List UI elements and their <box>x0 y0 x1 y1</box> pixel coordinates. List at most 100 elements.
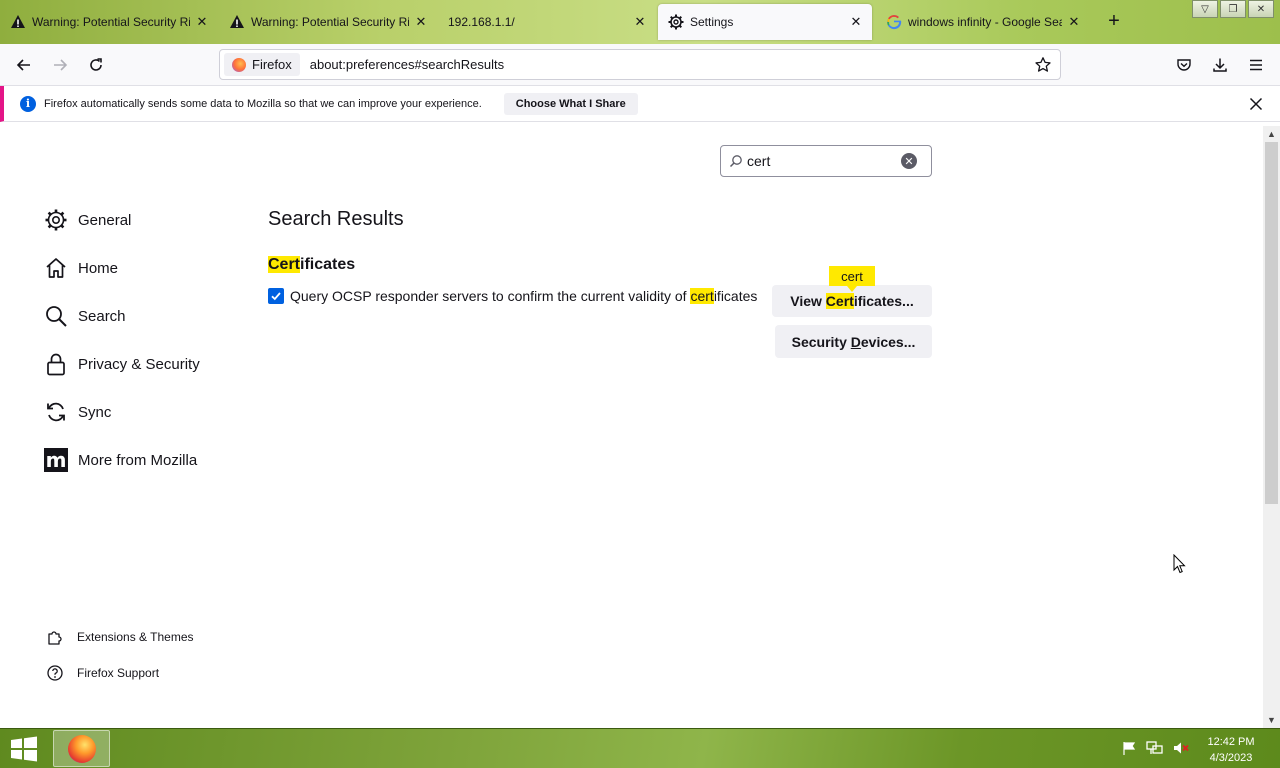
ocsp-checkbox-row[interactable]: Query OCSP responder servers to confirm … <box>268 288 757 304</box>
sidebar-item-label: General <box>78 211 132 229</box>
tab-settings[interactable]: Settings ✕ <box>658 4 872 40</box>
tab-title: Warning: Potential Security Risk Ahead <box>32 15 190 29</box>
windows-logo-icon <box>11 736 37 762</box>
tab-strip: Warning: Potential Security Risk Ahead ✕… <box>0 0 1280 44</box>
sidebar-item-sync[interactable]: Sync <box>44 396 200 428</box>
help-icon <box>46 664 64 682</box>
heading-rest: ificates <box>300 256 356 273</box>
forward-button[interactable] <box>48 53 72 77</box>
sidebar-item-privacy-security[interactable]: Privacy & Security <box>44 348 200 380</box>
button-text: ificates... <box>853 293 914 309</box>
firefox-icon <box>232 57 246 72</box>
tab-title: windows infinity - Google Search <box>908 15 1062 29</box>
close-icon[interactable]: ✕ <box>194 14 210 30</box>
sidebar-item-label: More from Mozilla <box>78 451 198 469</box>
pocket-icon <box>1177 59 1191 71</box>
reload-icon <box>90 58 102 71</box>
downloads-button[interactable] <box>1208 53 1232 77</box>
close-icon[interactable]: ✕ <box>848 14 864 30</box>
app-menu-button[interactable] <box>1244 53 1268 77</box>
gear-icon <box>44 208 68 232</box>
close-icon[interactable]: ✕ <box>413 14 429 30</box>
choose-what-i-share-button[interactable]: Choose What I Share <box>503 92 638 115</box>
firefox-icon <box>67 734 96 763</box>
sidebar-item-label: Sync <box>78 403 112 421</box>
bookmark-star-icon[interactable] <box>1034 56 1052 74</box>
tab-google-search[interactable]: windows infinity - Google Search ✕ <box>876 4 1090 40</box>
tab-warning-2[interactable]: Warning: Potential Security Risk Ahead ✕ <box>219 4 437 40</box>
label-text: Query OCSP responder servers to confirm … <box>290 288 691 304</box>
sidebar-item-more-from-mozilla[interactable]: m More from Mozilla <box>44 444 200 476</box>
sidebar-item-general[interactable]: General <box>44 204 200 236</box>
label-text: ificates <box>713 288 758 304</box>
close-icon[interactable] <box>1248 96 1264 112</box>
warning-icon <box>10 14 26 30</box>
lock-icon <box>44 352 68 376</box>
sidebar-item-search[interactable]: Search <box>44 300 200 332</box>
clear-search-icon[interactable]: ✕ <box>901 153 917 169</box>
home-icon <box>44 256 68 280</box>
url-text[interactable]: about:preferences#searchResults <box>310 57 1034 72</box>
firefox-support-link[interactable]: Firefox Support <box>46 662 194 684</box>
network-icon[interactable] <box>1146 739 1164 757</box>
windows-taskbar: 12:42 PM 4/3/2023 <box>0 728 1280 768</box>
search-highlight: cert <box>690 288 714 304</box>
sidebar-footer: Extensions & Themes Firefox Support <box>46 626 194 698</box>
tab-warning-1[interactable]: Warning: Potential Security Risk Ahead ✕ <box>0 4 218 40</box>
settings-search-box[interactable]: ✕ <box>720 145 932 177</box>
close-window-button[interactable]: ✕ <box>1248 0 1274 18</box>
page-title: Search Results <box>268 208 404 230</box>
button-text: evices... <box>860 333 916 350</box>
settings-search-input[interactable] <box>747 153 897 169</box>
back-button[interactable] <box>12 53 36 77</box>
forward-arrow-icon <box>54 59 68 71</box>
clock-time: 12:42 PM <box>1207 736 1255 748</box>
sidebar-item-label: Search <box>78 307 126 325</box>
ocsp-checkbox[interactable] <box>268 288 284 304</box>
mozilla-icon: m <box>44 448 68 472</box>
scroll-down-arrow-icon[interactable]: ▼ <box>1263 712 1280 728</box>
search-highlight: Cert <box>268 256 301 273</box>
hamburger-menu-icon <box>1250 59 1262 71</box>
button-text: Security <box>791 333 851 350</box>
sync-icon <box>44 400 68 424</box>
url-bar[interactable]: Firefox about:preferences#searchResults <box>219 49 1061 80</box>
clock-date: 4/3/2023 <box>1209 752 1253 764</box>
system-clock[interactable]: 12:42 PM 4/3/2023 <box>1196 734 1266 766</box>
identity-box[interactable]: Firefox <box>224 53 300 76</box>
volume-muted-icon[interactable] <box>1172 739 1190 757</box>
ocsp-checkbox-label: Query OCSP responder servers to confirm … <box>290 288 757 304</box>
button-text: View <box>790 293 826 309</box>
close-icon[interactable]: ✕ <box>1066 14 1082 30</box>
scroll-up-arrow-icon[interactable]: ▲ <box>1263 126 1280 142</box>
search-highlight: Cert <box>825 293 854 309</box>
security-devices-button[interactable]: Security Devices... <box>775 325 932 358</box>
certificates-heading: Certificates <box>268 256 355 274</box>
close-icon[interactable]: ✕ <box>632 14 648 30</box>
firefox-support-label: Firefox Support <box>77 666 160 680</box>
reload-button[interactable] <box>84 53 108 77</box>
tab-title: 192.168.1.1/ <box>448 15 515 29</box>
warning-icon <box>229 14 245 30</box>
sidebar-item-home[interactable]: Home <box>44 252 200 284</box>
tab-router[interactable]: 192.168.1.1/ ✕ <box>438 4 656 40</box>
extensions-themes-link[interactable]: Extensions & Themes <box>46 626 194 648</box>
minimize-button[interactable]: ▽ <box>1192 0 1218 18</box>
restore-button[interactable]: ❐ <box>1220 0 1246 18</box>
settings-sidebar: General Home Search Privacy & Security S… <box>44 204 200 492</box>
extensions-themes-label: Extensions & Themes <box>77 630 194 644</box>
accesskey-letter: D <box>850 333 861 350</box>
mouse-cursor-icon <box>1173 554 1186 574</box>
new-tab-button[interactable]: + <box>1104 11 1124 32</box>
back-arrow-icon <box>16 59 30 71</box>
navigation-toolbar: Firefox about:preferences#searchResults <box>0 44 1280 86</box>
start-button[interactable] <box>8 735 40 763</box>
scrollbar-thumb[interactable] <box>1265 142 1278 504</box>
identity-label: Firefox <box>252 57 292 72</box>
tab-title: Settings <box>690 15 734 29</box>
firefox-taskbar-button[interactable] <box>53 730 110 767</box>
page-scrollbar[interactable]: ▲ ▼ <box>1263 126 1280 728</box>
pocket-button[interactable] <box>1172 53 1196 77</box>
flag-icon[interactable] <box>1120 739 1138 757</box>
system-tray <box>1120 739 1190 757</box>
